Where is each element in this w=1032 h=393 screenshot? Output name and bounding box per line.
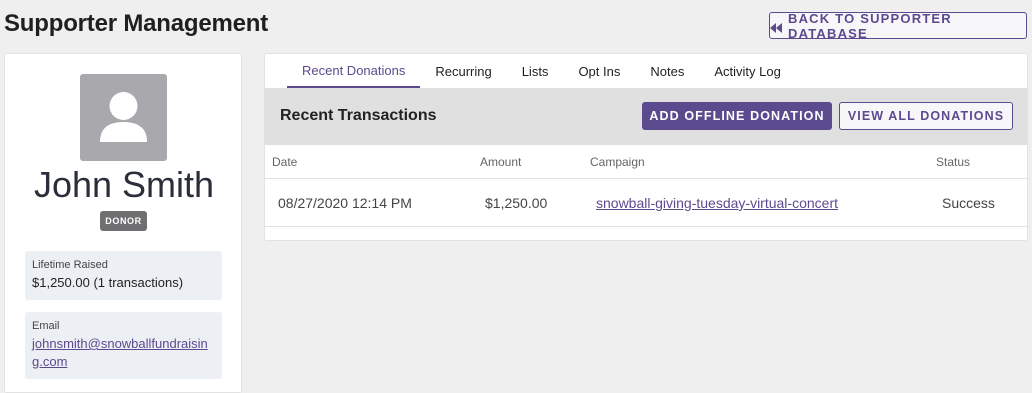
tab-bar: Recent Donations Recurring Lists Opt Ins… — [287, 54, 796, 88]
back-button-label: BACK TO SUPPORTER DATABASE — [788, 10, 952, 41]
row-date: 08/27/2020 12:14 PM — [278, 195, 412, 211]
supporter-name: John Smith — [33, 164, 215, 205]
row-campaign-link[interactable]: snowball-giving-tuesday-virtual-concert — [596, 195, 838, 211]
lifetime-raised-box: Lifetime Raised $1,250.00 (1 transaction… — [25, 251, 222, 300]
table-row: 08/27/2020 12:14 PM $1,250.00 snowball-g… — [265, 179, 1027, 227]
column-header-status: Status — [936, 155, 971, 169]
avatar — [80, 74, 167, 161]
back-to-supporter-database-button[interactable]: BACK TO SUPPORTER DATABASE — [769, 10, 1027, 41]
tab-recurring[interactable]: Recurring — [420, 54, 506, 88]
row-status: Success — [942, 195, 995, 211]
donor-badge: DONOR — [100, 211, 147, 231]
lifetime-raised-value: $1,250.00 (1 transactions) — [32, 275, 184, 290]
transactions-header: Recent Transactions ADD OFFLINE DONATION… — [265, 88, 1027, 145]
transactions-title: Recent Transactions — [280, 107, 437, 124]
user-silhouette-icon — [100, 92, 147, 142]
email-label: Email — [32, 320, 60, 332]
column-header-campaign: Campaign — [590, 155, 645, 169]
view-all-donations-button[interactable]: VIEW ALL DONATIONS — [839, 102, 1013, 130]
rewind-icon — [770, 21, 782, 33]
main-panel: Recent Donations Recurring Lists Opt Ins… — [264, 53, 1028, 241]
add-offline-donation-button[interactable]: ADD OFFLINE DONATION — [642, 102, 832, 130]
column-header-amount: Amount — [480, 155, 522, 169]
row-amount: $1,250.00 — [485, 195, 548, 211]
lifetime-raised-label: Lifetime Raised — [32, 259, 108, 271]
tab-notes[interactable]: Notes — [635, 54, 699, 88]
tab-activity-log[interactable]: Activity Log — [699, 54, 795, 88]
tab-opt-ins[interactable]: Opt Ins — [563, 54, 635, 88]
column-header-date: Date — [272, 155, 298, 169]
table-header-row — [265, 145, 1027, 179]
profile-card: John Smith DONOR Lifetime Raised $1,250.… — [4, 53, 242, 393]
page-title: Supporter Management — [4, 10, 269, 37]
email-link[interactable]: johnsmith@snowballfundraising.com — [32, 335, 215, 371]
email-box: Email johnsmith@snowballfundraising.com — [25, 312, 222, 379]
tab-recent-donations[interactable]: Recent Donations — [287, 54, 421, 88]
tab-lists[interactable]: Lists — [507, 54, 564, 88]
